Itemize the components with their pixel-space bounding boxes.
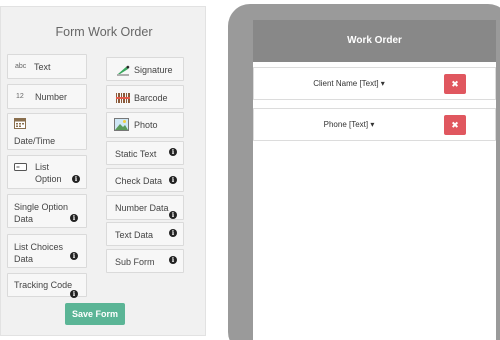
palette-item-list-choices-data[interactable]: List Choices Data i — [7, 234, 87, 268]
palette-item-label: Barcode — [134, 93, 168, 103]
info-icon[interactable]: i — [70, 214, 78, 222]
info-icon[interactable]: i — [169, 256, 177, 264]
panel-title: Form Work Order — [55, 25, 153, 39]
form-builder-panel: Form Work Order abc Text 12 Number Date/… — [0, 6, 206, 336]
palette-item-label: Single Option — [14, 202, 69, 212]
form-field-row[interactable]: Client Name [Text] ▾ ✖ — [253, 67, 496, 100]
info-icon[interactable]: i — [70, 290, 78, 298]
palette-item-number[interactable]: 12 Number — [7, 84, 87, 109]
info-icon[interactable]: i — [72, 175, 80, 183]
palette-item-text[interactable]: abc Text — [7, 54, 87, 79]
palette-item-list-option[interactable]: List Option i — [7, 155, 87, 189]
palette-item-label: Signature — [134, 65, 173, 75]
palette-item-label: Tracking Code — [14, 280, 73, 290]
form-header: Work Order — [253, 20, 496, 62]
palette-item-barcode[interactable]: Barcode — [106, 85, 184, 109]
form-field-row[interactable]: Phone [Text] ▾ ✖ — [253, 108, 496, 141]
palette-item-label: Date/Time — [14, 136, 56, 146]
palette-item-label: Photo — [134, 120, 158, 130]
save-form-button[interactable]: Save Form — [65, 303, 125, 325]
signature-icon — [116, 65, 130, 78]
palette-item-label: Text — [34, 62, 51, 72]
palette-item-datetime[interactable]: Date/Time — [7, 113, 87, 150]
palette-item-label: Number Data — [115, 203, 169, 213]
info-icon[interactable]: i — [70, 252, 78, 260]
info-icon[interactable]: i — [169, 176, 177, 184]
palette-item-label: Check Data — [115, 176, 163, 186]
field-label[interactable]: Client Name [Text] ▾ — [254, 79, 444, 88]
photo-icon — [114, 118, 129, 133]
palette-item-photo[interactable]: Photo — [106, 112, 184, 138]
palette-item-static-text[interactable]: Static Text i — [106, 141, 184, 165]
palette-item-single-option-data[interactable]: Single Option Data i — [7, 194, 87, 228]
barcode-icon — [116, 93, 130, 105]
delete-field-button[interactable]: ✖ — [444, 115, 466, 135]
palette-item-label: Sub Form — [115, 257, 155, 267]
palette-item-label: List — [35, 162, 50, 172]
phone-screen: Work Order Client Name [Text] ▾ ✖ Phone … — [253, 20, 496, 340]
text-icon: abc — [15, 63, 27, 70]
calendar-icon — [14, 118, 26, 131]
palette-item-label: List Choices — [14, 242, 64, 252]
palette-item-label: Number — [35, 92, 68, 102]
delete-field-button[interactable]: ✖ — [444, 74, 466, 94]
palette-item-label: Data — [14, 214, 34, 224]
palette-item-signature[interactable]: Signature — [106, 57, 184, 81]
palette-item-label: Static Text — [115, 149, 157, 159]
palette-item-tracking-code[interactable]: Tracking Code i — [7, 273, 87, 298]
palette-item-label: Text Data — [115, 230, 154, 240]
field-label[interactable]: Phone [Text] ▾ — [254, 120, 444, 129]
palette-item-label: Option — [35, 174, 62, 184]
palette-item-label: Data — [14, 254, 34, 264]
info-icon[interactable]: i — [169, 148, 177, 156]
palette-item-number-data[interactable]: Number Data i — [106, 195, 184, 220]
info-icon[interactable]: i — [169, 229, 177, 237]
list-icon — [14, 163, 27, 173]
info-icon[interactable]: i — [169, 211, 177, 219]
number-icon: 12 — [16, 93, 24, 100]
palette-item-text-data[interactable]: Text Data i — [106, 222, 184, 246]
palette-item-sub-form[interactable]: Sub Form i — [106, 249, 184, 273]
palette-item-check-data[interactable]: Check Data i — [106, 168, 184, 192]
